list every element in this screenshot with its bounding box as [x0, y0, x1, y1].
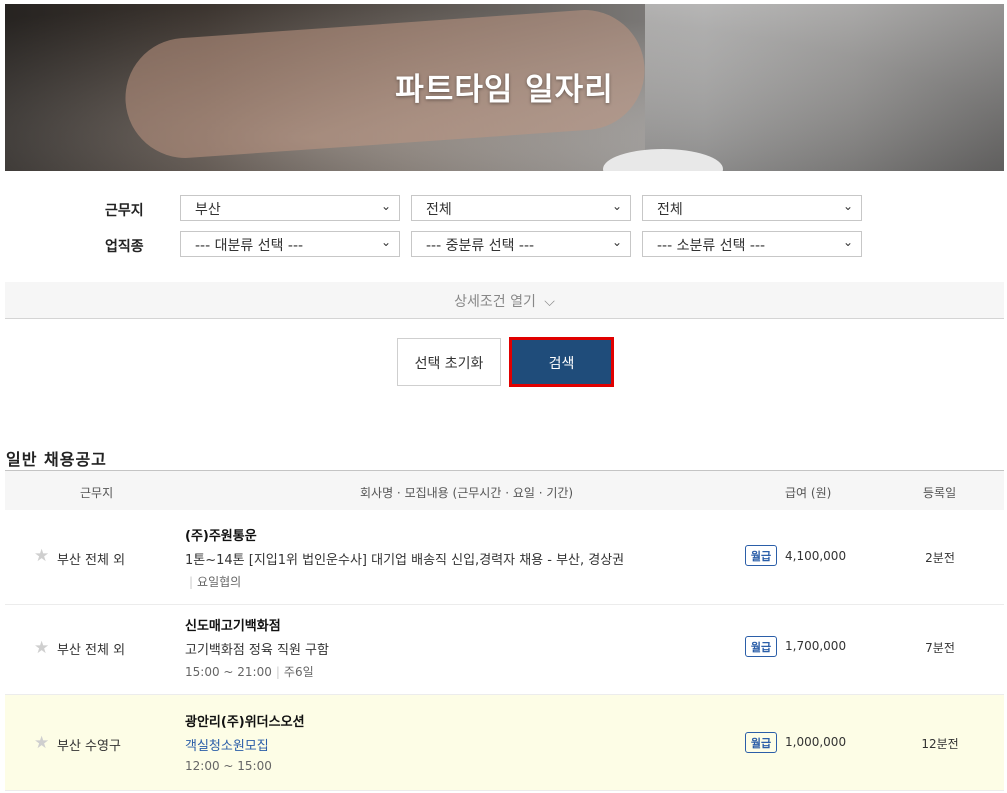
row-title[interactable]: 고기백화점 정육 직원 구함	[185, 639, 329, 658]
header-content: 회사명 · 모집내용 (근무시간 · 요일 · 기간)	[360, 486, 574, 500]
detail-conditions-label: 상세조건 열기	[454, 294, 536, 310]
table-header: 근무지 회사명 · 모집내용 (근무시간 · 요일 · 기간) 급여 (원) 등…	[5, 470, 1004, 510]
chevron-down-icon: ⌄	[842, 235, 853, 249]
header-date: 등록일	[923, 486, 957, 500]
row-location: 부산 전체 외	[57, 643, 126, 658]
region-select-1[interactable]: 부산 ⌄	[180, 195, 400, 221]
pay-type-badge: 월급	[745, 545, 777, 566]
job-minor-select[interactable]: --- 소분류 선택 --- ⌄	[642, 231, 862, 257]
chevron-down-icon: ⌄	[611, 235, 622, 249]
row-title[interactable]: 객실청소원모집	[185, 735, 269, 754]
region-select-1-value: 부산	[195, 202, 221, 218]
page-title: 파트타임 일자리	[395, 72, 614, 108]
job-major-select-value: --- 대분류 선택 ---	[195, 238, 304, 254]
region-select-2[interactable]: 전체 ⌄	[411, 195, 631, 221]
pay-type-badge: 월급	[745, 636, 777, 657]
job-middle-select-value: --- 중분류 선택 ---	[426, 238, 535, 254]
row-company[interactable]: (주)주원통운	[185, 525, 257, 544]
row-meta-hours: 12:00 ~ 15:00	[185, 759, 272, 773]
header-pay: 급여 (원)	[785, 486, 832, 500]
row-pay: 1,700,000	[785, 639, 847, 653]
job-category-label: 업직종	[105, 239, 144, 255]
row-company[interactable]: 신도매고기백화점	[185, 615, 281, 634]
row-meta-hours: 15:00 ~ 21:00	[185, 665, 272, 679]
chevron-down-icon: ⌄	[380, 199, 391, 213]
row-meta: | 요일협의	[189, 575, 242, 589]
row-meta: 12:00 ~ 15:00	[185, 759, 272, 773]
star-icon[interactable]: ★	[34, 638, 49, 658]
job-minor-select-value: --- 소분류 선택 ---	[657, 238, 766, 254]
row-meta-days: 요일협의	[197, 575, 242, 589]
region-label: 근무지	[105, 203, 144, 219]
row-company[interactable]: 광안리(주)위더스오션	[185, 711, 305, 730]
detail-conditions-toggle[interactable]: 상세조건 열기 ⌵	[5, 282, 1004, 319]
chevron-down-icon: ⌄	[380, 235, 391, 249]
job-major-select[interactable]: --- 대분류 선택 --- ⌄	[180, 231, 400, 257]
table-row[interactable]: ★ 부산 수영구 광안리(주)위더스오션 객실청소원모집 12:00 ~ 15:…	[5, 695, 1004, 791]
row-location: 부산 전체 외	[57, 553, 126, 568]
row-meta: 15:00 ~ 21:00 | 주6일	[185, 665, 314, 679]
row-posted: 12분전	[921, 737, 959, 751]
row-pay: 4,100,000	[785, 549, 847, 563]
star-icon[interactable]: ★	[34, 733, 49, 753]
region-select-2-value: 전체	[426, 202, 452, 218]
row-posted: 7분전	[925, 641, 955, 655]
chevron-down-icon: ⌄	[842, 199, 853, 213]
pay-type-badge: 월급	[745, 732, 777, 753]
row-location: 부산 수영구	[57, 739, 121, 754]
region-select-3-value: 전체	[657, 202, 683, 218]
job-middle-select[interactable]: --- 중분류 선택 --- ⌄	[411, 231, 631, 257]
hero-banner: 파트타임 일자리	[5, 4, 1004, 171]
chevron-down-icon: ⌵	[544, 294, 555, 310]
reset-selection-button[interactable]: 선택 초기화	[397, 338, 501, 386]
star-icon[interactable]: ★	[34, 546, 49, 566]
chevron-down-icon: ⌄	[611, 199, 622, 213]
section-title: 일반 채용공고	[6, 450, 107, 469]
header-location: 근무지	[80, 486, 114, 500]
row-pay: 1,000,000	[785, 735, 847, 749]
table-row[interactable]: ★ 부산 전체 외 (주)주원통운 1톤~14톤 [지입1위 법인운수사] 대기…	[5, 511, 1004, 605]
table-row[interactable]: ★ 부산 전체 외 신도매고기백화점 고기백화점 정육 직원 구함 15:00 …	[5, 605, 1004, 695]
row-posted: 2분전	[925, 551, 955, 565]
row-meta-days: 주6일	[283, 665, 314, 679]
row-title[interactable]: 1톤~14톤 [지입1위 법인운수사] 대기업 배송직 신입,경력자 채용 - …	[185, 549, 624, 568]
region-select-3[interactable]: 전체 ⌄	[642, 195, 862, 221]
search-button[interactable]: 검색	[509, 337, 614, 387]
